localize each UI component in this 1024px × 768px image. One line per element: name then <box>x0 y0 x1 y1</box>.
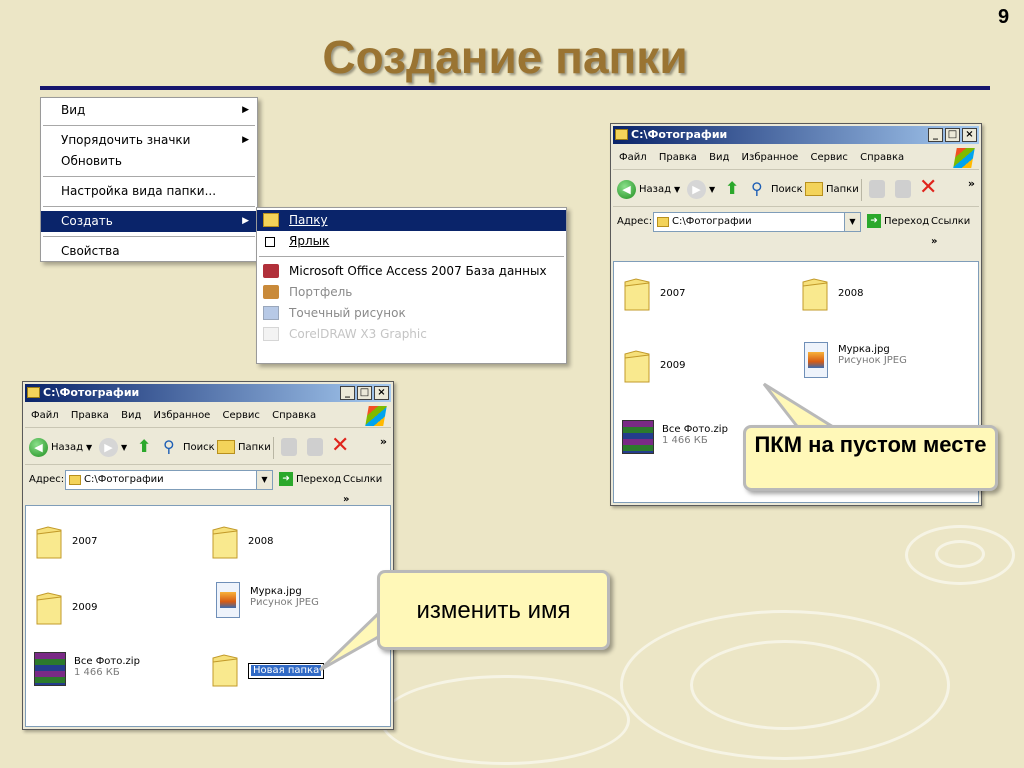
callout-pointers <box>318 382 844 672</box>
callout-right-click: ПКМ на пустом месте <box>743 425 998 491</box>
callout-rename: изменить имя <box>377 570 610 650</box>
slide: { "slide": { "number": "9", "title": "Со… <box>0 0 1024 768</box>
callout-pointer-rename <box>318 608 382 672</box>
callout-pointer-right-click <box>762 382 844 432</box>
